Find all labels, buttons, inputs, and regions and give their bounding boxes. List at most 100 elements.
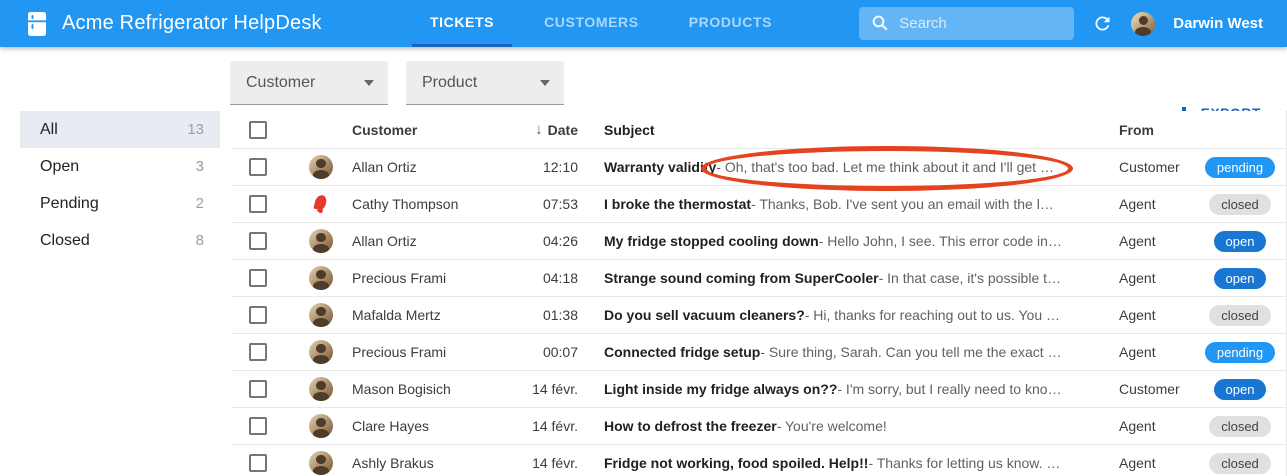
app-title: Acme Refrigerator HelpDesk [62,12,322,35]
fridge-icon [26,12,48,36]
customer-avatar [309,229,333,253]
ticket-subject: I broke the thermostat - Thanks, Bob. I'… [578,196,1102,212]
customer-filter-label: Customer [246,74,315,92]
customer-avatar [309,155,333,179]
ticket-from: Agent [1102,418,1194,434]
status-badge: closed [1209,416,1271,437]
ticket-from: Customer [1102,381,1194,397]
status-badge: closed [1209,305,1271,326]
main-nav: TICKETS CUSTOMERS PRODUCTS [412,0,804,47]
header-customer[interactable]: Customer [352,122,500,138]
product-filter-dropdown[interactable]: Product [406,61,564,105]
status-badge: open [1214,379,1267,400]
sidebar-item-label: Pending [40,195,99,213]
ticket-from: Agent [1102,233,1194,249]
tab-products[interactable]: PRODUCTS [671,0,790,47]
customer-name: Ashly Brakus [352,455,500,471]
tab-customers[interactable]: CUSTOMERS [526,0,657,47]
ticket-from: Agent [1102,455,1194,471]
row-checkbox[interactable] [249,232,267,250]
row-checkbox[interactable] [249,454,267,472]
status-badge: open [1214,231,1267,252]
ticket-subject: Warranty validity - Oh, that's too bad. … [578,159,1102,175]
status-badge: open [1214,268,1267,289]
sidebar-item-label: Open [40,158,79,176]
table-row[interactable]: Precious Frami 00:07 Connected fridge se… [232,334,1286,371]
subject-title: My fridge stopped cooling down [604,233,819,249]
customer-filter-dropdown[interactable]: Customer [230,61,388,105]
subject-title: How to defrost the freezer [604,418,777,434]
table-row[interactable]: Allan Ortiz 12:10 Warranty validity - Oh… [232,149,1286,186]
customer-name: Mafalda Mertz [352,307,500,323]
header-subject[interactable]: Subject [578,122,1102,138]
customer-avatar [309,266,333,290]
table-row[interactable]: Mafalda Mertz 01:38 Do you sell vacuum c… [232,297,1286,334]
ticket-subject: How to defrost the freezer - You're welc… [578,418,1102,434]
sidebar-item-pending[interactable]: Pending 2 [20,185,220,222]
subject-preview: - Hi, thanks for reaching out to us. You… [805,307,1060,323]
sidebar-item-closed[interactable]: Closed 8 [20,222,220,259]
row-checkbox[interactable] [249,343,267,361]
customer-name: Precious Frami [352,270,500,286]
row-checkbox[interactable] [249,306,267,324]
row-checkbox[interactable] [249,158,267,176]
status-badge: closed [1209,194,1271,215]
product-filter-label: Product [422,74,477,92]
row-checkbox[interactable] [249,417,267,435]
customer-avatar [309,377,333,401]
user-avatar[interactable] [1131,12,1155,36]
ticket-subject: My fridge stopped cooling down - Hello J… [578,233,1102,249]
subject-preview: - Thanks for letting us know. … [868,455,1060,471]
status-sidebar: All 13 Open 3 Pending 2 Closed 8 [0,111,232,476]
ticket-date: 12:10 [500,159,578,175]
subject-preview: - Sure thing, Sarah. Can you tell me the… [760,344,1061,360]
customer-avatar [309,340,333,364]
row-checkbox[interactable] [249,195,267,213]
table-row[interactable]: Ashly Brakus 14 févr. Fridge not working… [232,445,1286,476]
status-badge: pending [1205,342,1275,363]
table-row[interactable]: Clare Hayes 14 févr. How to defrost the … [232,408,1286,445]
ticket-from: Agent [1102,270,1194,286]
select-all-checkbox[interactable] [249,121,267,139]
header-from[interactable]: From [1102,122,1194,138]
table-row[interactable]: Allan Ortiz 04:26 My fridge stopped cool… [232,223,1286,260]
header-date-sort[interactable]: ↓ Date [500,121,578,138]
row-checkbox[interactable] [249,269,267,287]
table-body: Allan Ortiz 12:10 Warranty validity - Oh… [232,149,1286,476]
customer-name: Allan Ortiz [352,233,500,249]
sidebar-item-open[interactable]: Open 3 [20,148,220,185]
search-input[interactable] [859,7,1074,40]
subject-preview: - Thanks, Bob. I've sent you an email wi… [751,196,1054,212]
status-badge: closed [1209,453,1271,474]
sidebar-item-count: 2 [196,195,204,212]
header-date-label: Date [548,122,578,138]
sidebar-item-count: 13 [187,121,204,138]
ticket-date: 01:38 [500,307,578,323]
refresh-icon[interactable] [1092,13,1113,34]
ticket-subject: Connected fridge setup - Sure thing, Sar… [578,344,1102,360]
sort-desc-icon: ↓ [535,121,543,138]
customer-name: Clare Hayes [352,418,500,434]
subject-title: Warranty validity [604,159,716,175]
ticket-from: Agent [1102,196,1194,212]
sidebar-item-label: All [40,121,58,139]
user-name: Darwin West [1173,15,1263,32]
sidebar-item-count: 3 [196,158,204,175]
ticket-date: 14 févr. [500,418,578,434]
sidebar-item-count: 8 [196,232,204,249]
sidebar-item-label: Closed [40,232,90,250]
subject-preview: - In that case, it's possible t… [879,270,1061,286]
table-row[interactable]: Cathy Thompson 07:53 I broke the thermos… [232,186,1286,223]
subject-title: Light inside my fridge always on?? [604,381,837,397]
table-row[interactable]: Mason Bogisich 14 févr. Light inside my … [232,371,1286,408]
subject-preview: - You're welcome! [777,418,887,434]
ticket-subject: Fridge not working, food spoiled. Help!!… [578,455,1102,471]
sidebar-item-all[interactable]: All 13 [20,111,220,148]
row-checkbox[interactable] [249,380,267,398]
status-badge: pending [1205,157,1275,178]
tab-tickets[interactable]: TICKETS [412,0,512,47]
app-bar: Acme Refrigerator HelpDesk TICKETS CUSTO… [0,0,1287,47]
subject-preview: - Hello John, I see. This error code in… [819,233,1062,249]
customer-avatar [309,414,333,438]
table-row[interactable]: Precious Frami 04:18 Strange sound comin… [232,260,1286,297]
